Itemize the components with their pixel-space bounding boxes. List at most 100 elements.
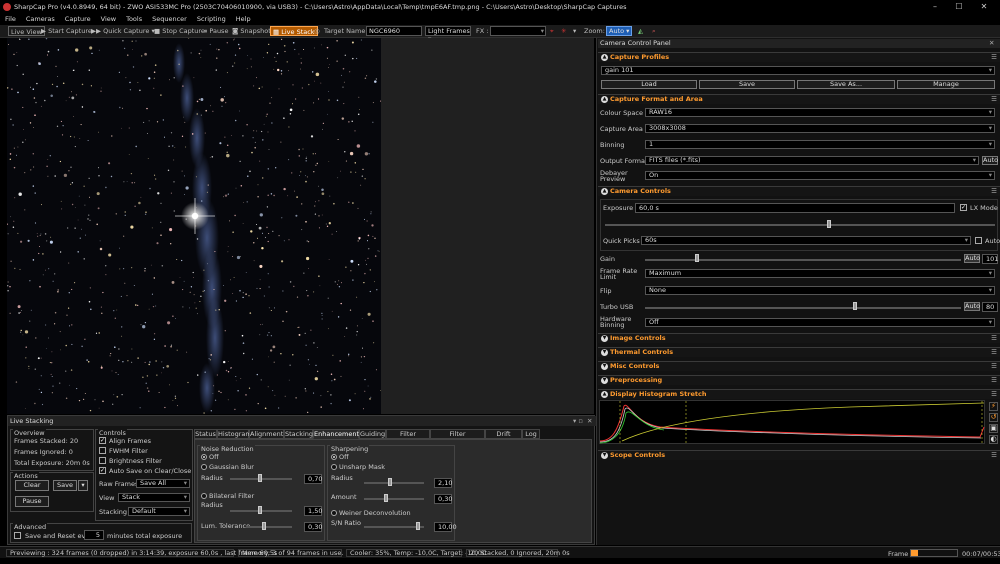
save-profile-button[interactable]: Save [699, 80, 795, 89]
menu-icon[interactable]: ☰ [991, 334, 997, 343]
overlay-icon[interactable]: ▾ [573, 26, 576, 36]
contrast-icon[interactable]: ◐ [989, 435, 998, 444]
fx-select[interactable]: ▾ [490, 26, 546, 36]
unsharp-radius-value[interactable]: 2,10 [434, 478, 452, 488]
gain-slider-handle[interactable] [695, 254, 699, 262]
bilateral-radius-value[interactable]: 1,50 [304, 506, 322, 516]
colour-space-select[interactable]: RAW16 ▾ [645, 108, 995, 117]
snr-value[interactable]: 10,00 [434, 522, 457, 532]
panel-close-icon[interactable]: ✕ [989, 39, 994, 47]
load-profile-button[interactable]: Load [601, 80, 697, 89]
save-as-profile-button[interactable]: Save As... [797, 80, 895, 89]
bilateral-radius-handle[interactable] [258, 506, 262, 514]
save-options-dropdown[interactable]: ▾ [78, 480, 88, 491]
sharpen-off-radio[interactable]: Off [331, 453, 349, 461]
lum-tolerance-slider[interactable] [246, 526, 292, 528]
tab-stacking[interactable]: Stacking [284, 429, 313, 439]
menu-cameras[interactable]: Cameras [21, 14, 60, 25]
wiener-radio[interactable]: Weiner Deconvolution [331, 509, 411, 517]
menu-icon[interactable]: ☰ [991, 451, 997, 460]
turbo-value-input[interactable]: 80 [982, 302, 998, 312]
gain-auto-button[interactable]: Auto [964, 254, 980, 263]
live-image-view[interactable] [7, 38, 381, 414]
focus-icon[interactable]: ✳ [561, 26, 566, 36]
binning-select[interactable]: 1 ▾ [645, 140, 995, 149]
frame-type-select[interactable]: Light Frames ▾ [425, 26, 471, 43]
image-controls-header[interactable]: ▼ Image Controls ☰ [598, 333, 1000, 343]
auto-stretch-icon[interactable]: ⚡ [989, 402, 998, 411]
menu-icon[interactable]: ☰ [991, 348, 997, 357]
capture-format-header[interactable]: ▲ Capture Format and Area ☰ [598, 94, 1000, 104]
histogram-icon[interactable]: ◭ [638, 26, 643, 36]
target-name-input[interactable]: NGC6960 [366, 26, 422, 36]
amount-handle[interactable] [384, 494, 388, 502]
stacking-select[interactable]: Default ▾ [128, 507, 190, 516]
close-live-stack-icon[interactable]: ✕ [587, 417, 592, 425]
reset-stretch-icon[interactable]: ↺ [989, 413, 998, 422]
pause-button[interactable]: ⏸ Pause [204, 26, 228, 36]
capture-area-select[interactable]: 3008x3008 ▾ [645, 124, 995, 133]
hardware-binning-select[interactable]: Off ▾ [645, 318, 995, 327]
start-capture-button[interactable]: ▶ Start Capture [41, 26, 92, 36]
exposure-slider-handle[interactable] [827, 220, 831, 228]
gaussian-blur-radio[interactable]: Gaussian Blur [201, 463, 254, 471]
tab-filter-fwhm[interactable]: Filter (FWHM) [386, 429, 430, 446]
unsharp-radius-handle[interactable] [388, 478, 392, 486]
align-frames-checkbox[interactable]: ✓ [99, 437, 106, 444]
output-auto-button[interactable]: Auto [982, 156, 998, 165]
noise-off-radio[interactable]: Off [201, 453, 219, 461]
quick-picks-auto-checkbox[interactable] [975, 237, 982, 244]
gain-slider[interactable] [645, 259, 961, 261]
bilateral-filter-radio[interactable]: Bilateral Filter [201, 492, 254, 500]
menu-view[interactable]: View [96, 14, 121, 25]
fwhm-filter-checkbox[interactable] [99, 447, 106, 454]
tab-drift-graph[interactable]: Drift Graph [485, 429, 522, 446]
menu-help[interactable]: Help [231, 14, 256, 25]
zoom-select[interactable]: Auto ▾ [606, 26, 632, 36]
manage-profiles-button[interactable]: Manage [897, 80, 995, 89]
quick-capture-button[interactable]: ▶▶ Quick Capture ▾ [91, 26, 155, 36]
debayer-select[interactable]: On ▾ [645, 171, 995, 180]
live-view-button[interactable]: Live View [8, 26, 45, 36]
tab-status[interactable]: Status [194, 429, 217, 439]
tab-histogram[interactable]: Histogram [217, 429, 252, 439]
menu-capture[interactable]: Capture [60, 14, 96, 25]
brightness-filter-checkbox[interactable] [99, 457, 106, 464]
save-reset-checkbox[interactable] [14, 532, 21, 539]
snr-handle[interactable] [416, 522, 420, 530]
clear-button[interactable]: Clear [15, 480, 49, 491]
thermal-controls-header[interactable]: ▼ Thermal Controls ☰ [598, 347, 1000, 357]
gaussian-radius-handle[interactable] [258, 474, 262, 482]
tab-alignment[interactable]: Alignment [249, 429, 284, 439]
menu-icon[interactable]: ☰ [991, 53, 997, 62]
maximize-icon[interactable]: ☐ [950, 2, 968, 12]
turbo-usb-slider-handle[interactable] [853, 302, 857, 310]
exposure-slider[interactable] [605, 224, 995, 226]
exposure-input[interactable]: 60,0 s [635, 203, 955, 213]
menu-icon[interactable]: ☰ [991, 362, 997, 371]
gain-value-input[interactable]: 101 [982, 254, 998, 264]
menu-icon[interactable]: ☰ [991, 376, 997, 385]
output-format-select[interactable]: FITS files (*.fits) ▾ [645, 156, 979, 165]
tab-enhancement[interactable]: Enhancement [313, 429, 359, 439]
minimize-icon[interactable]: – [926, 2, 944, 12]
histogram-stretch-header[interactable]: ▲ Display Histogram Stretch ☰ [598, 389, 1000, 399]
live-stack-button[interactable]: ▦ Live Stack [270, 26, 318, 36]
pause-stack-button[interactable]: Pause [15, 496, 49, 507]
pin-icon[interactable]: ▾ ▫ [573, 417, 583, 425]
gaussian-radius-value[interactable]: 0,70 [304, 474, 322, 484]
amount-slider[interactable] [364, 498, 424, 500]
tab-log[interactable]: Log [522, 429, 540, 439]
snr-slider[interactable] [364, 526, 424, 528]
flip-select[interactable]: None ▾ [645, 286, 995, 295]
stop-capture-button[interactable]: ■ Stop Capture [154, 26, 205, 36]
frame-rate-select[interactable]: Maximum ▾ [645, 269, 995, 278]
menu-icon[interactable]: ☰ [991, 187, 997, 196]
turbo-auto-button[interactable]: Auto [964, 302, 980, 311]
capture-profiles-header[interactable]: ▲ Capture Profiles ☰ [598, 52, 1000, 62]
magnify-icon[interactable]: ⌕ [652, 26, 656, 36]
lum-tolerance-value[interactable]: 0,30 [304, 522, 322, 532]
tab-guiding[interactable]: Guiding [359, 429, 386, 439]
tab-filter-brightness[interactable]: Filter (Brightness) [430, 429, 485, 446]
amount-value[interactable]: 0,30 [434, 494, 452, 504]
